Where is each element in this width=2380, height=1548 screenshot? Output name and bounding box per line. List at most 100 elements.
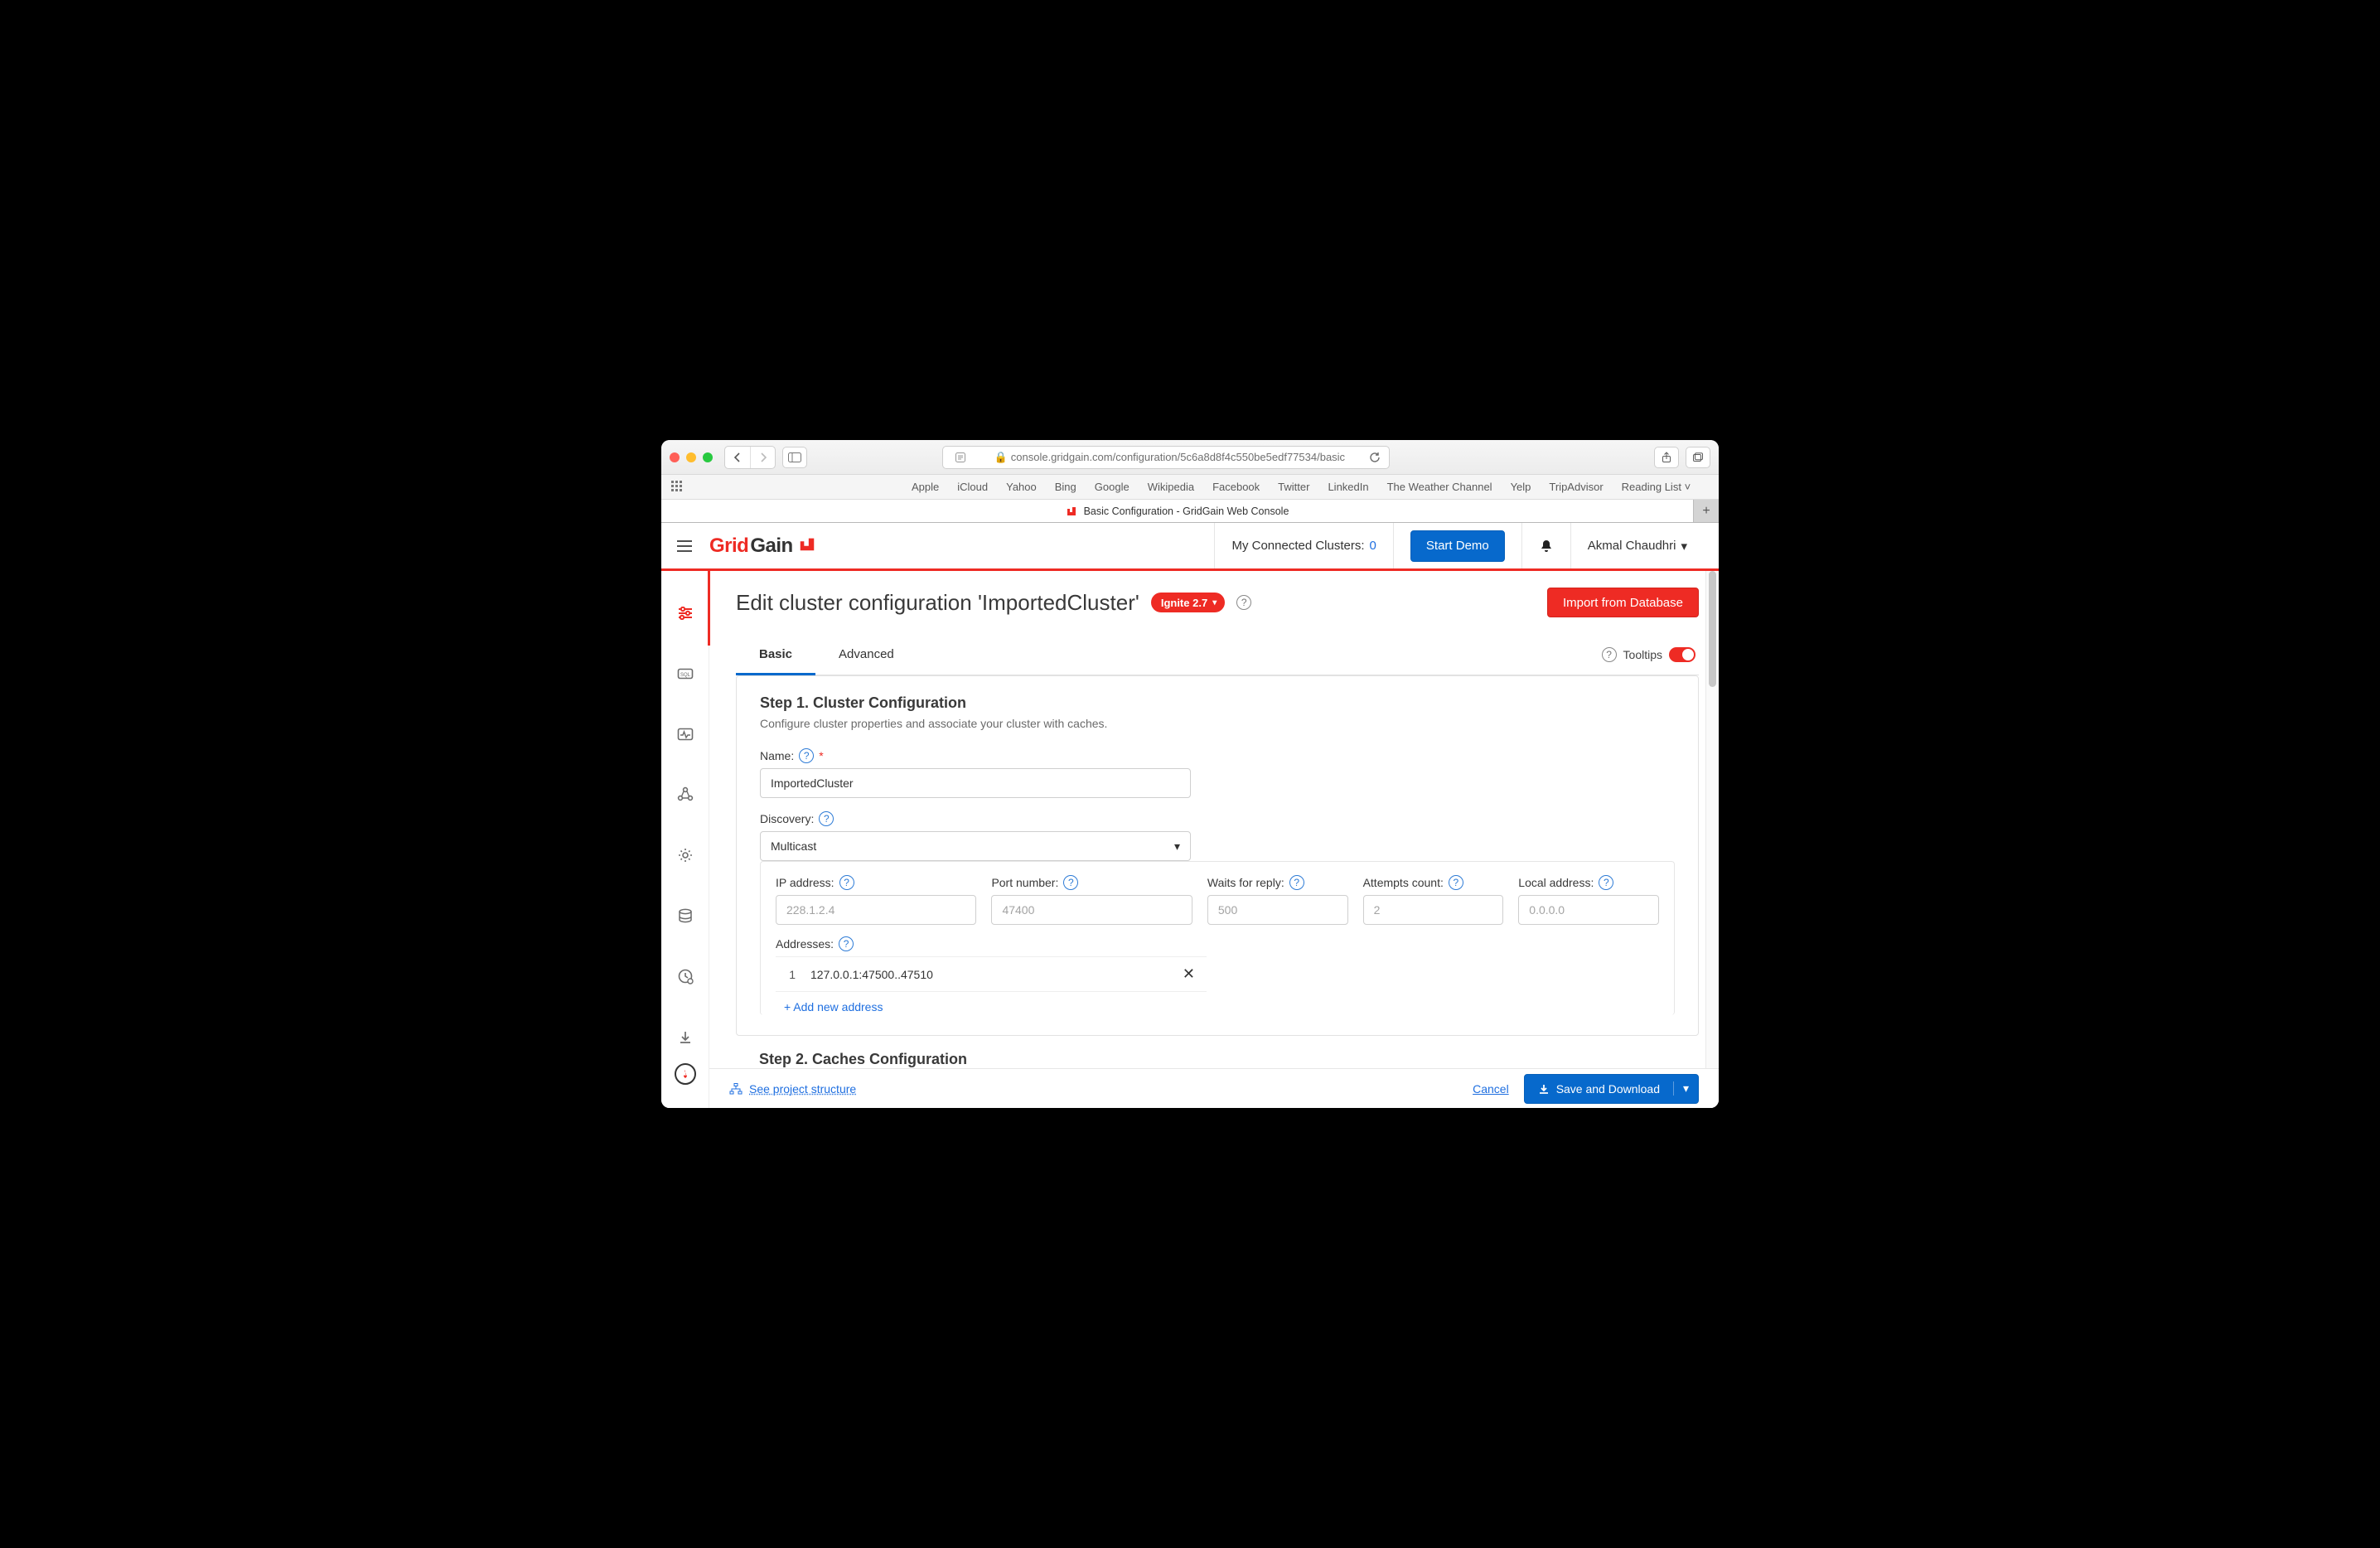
caret-down-icon: ▾: [1681, 539, 1687, 554]
discovery-select[interactable]: Multicast ▾: [760, 831, 1191, 861]
apps-grid-icon[interactable]: [671, 481, 684, 494]
connected-clusters-count: 0: [1370, 539, 1376, 553]
port-label: Port number: ?: [991, 875, 1192, 890]
project-structure-label: See project structure: [749, 1082, 856, 1096]
nav-back-forward: [724, 446, 776, 469]
sidenav-configuration-icon[interactable]: [676, 604, 694, 622]
sidenav-data-icon[interactable]: [676, 907, 694, 925]
toggle-switch[interactable]: [1669, 647, 1696, 662]
config-tabs: Basic Advanced ? Tooltips: [736, 634, 1699, 675]
port-input[interactable]: [991, 895, 1192, 925]
tab-strip: Basic Configuration - GridGain Web Conso…: [661, 500, 1719, 523]
ignite-badge-icon[interactable]: [675, 1063, 696, 1085]
bookmark-facebook[interactable]: Facebook: [1212, 481, 1260, 493]
close-window-button[interactable]: [670, 452, 680, 462]
caret-down-icon: ▾: [1174, 839, 1180, 854]
maximize-window-button[interactable]: [703, 452, 713, 462]
url-bar[interactable]: 🔒console.gridgain.com/configuration/5c6a…: [942, 446, 1390, 469]
sidebar-toggle-button[interactable]: [782, 447, 807, 468]
sidenav-download-icon[interactable]: [676, 1028, 694, 1047]
discovery-value: Multicast: [771, 839, 816, 853]
minimize-window-button[interactable]: [686, 452, 696, 462]
address-row[interactable]: 1 127.0.0.1:47500..47510 ✕: [776, 957, 1207, 992]
menu-icon[interactable]: [676, 539, 694, 553]
sidenav-sql-icon[interactable]: SQL: [676, 665, 694, 682]
favicon-icon: [1066, 506, 1077, 517]
user-name: Akmal Chaudhri: [1588, 539, 1676, 553]
new-tab-button[interactable]: +: [1694, 500, 1719, 522]
browser-tab[interactable]: Basic Configuration - GridGain Web Conso…: [661, 500, 1694, 522]
ip-input[interactable]: [776, 895, 976, 925]
bookmark-tripadvisor[interactable]: TripAdvisor: [1549, 481, 1603, 493]
scrollbar[interactable]: [1705, 571, 1719, 1108]
notifications[interactable]: [1521, 523, 1570, 568]
local-input[interactable]: [1518, 895, 1659, 925]
reader-mode-icon[interactable]: [951, 452, 970, 463]
help-icon[interactable]: ?: [839, 936, 854, 951]
chevron-down-icon: ˅: [1685, 481, 1691, 493]
sidenav-cluster-icon[interactable]: [676, 786, 694, 803]
project-structure-link[interactable]: See project structure: [729, 1082, 856, 1096]
help-icon[interactable]: ?: [1289, 875, 1304, 890]
side-nav: SQL: [661, 571, 709, 1108]
forward-button[interactable]: [750, 447, 775, 468]
step1-desc: Configure cluster properties and associa…: [760, 717, 1675, 730]
import-from-db-button[interactable]: Import from Database: [1547, 588, 1699, 617]
brand-logo[interactable]: GridGain: [709, 535, 816, 558]
save-download-button[interactable]: Save and Download ▾: [1524, 1074, 1699, 1104]
logo-grid: Grid: [709, 535, 748, 558]
attempts-label: Attempts count: ?: [1363, 875, 1504, 890]
help-icon[interactable]: ?: [1063, 875, 1078, 890]
help-icon[interactable]: ?: [839, 875, 854, 890]
bookmark-wikipedia[interactable]: Wikipedia: [1148, 481, 1194, 493]
sidenav-settings-icon[interactable]: [676, 847, 694, 864]
name-label: Name: ? *: [760, 748, 1675, 763]
help-icon[interactable]: ?: [799, 748, 814, 763]
sidenav-history-icon[interactable]: [676, 968, 694, 985]
bookmark-readinglist[interactable]: Reading List ˅: [1622, 481, 1691, 493]
save-download-label: Save and Download: [1556, 1082, 1660, 1096]
name-input[interactable]: [760, 768, 1191, 798]
page-title: Edit cluster configuration 'ImportedClus…: [736, 590, 1139, 616]
tabs-overview-button[interactable]: [1686, 447, 1710, 468]
bookmark-icloud[interactable]: iCloud: [957, 481, 988, 493]
start-demo-button[interactable]: Start Demo: [1410, 530, 1505, 562]
bookmark-google[interactable]: Google: [1095, 481, 1130, 493]
refresh-icon[interactable]: [1369, 452, 1381, 463]
local-label: Local address: ?: [1518, 875, 1659, 890]
help-icon[interactable]: ?: [1599, 875, 1613, 890]
ignite-version-pill[interactable]: Ignite 2.7 ▾: [1151, 593, 1225, 612]
tab-advanced[interactable]: Advanced: [815, 634, 917, 675]
tooltips-toggle[interactable]: ? Tooltips: [1602, 647, 1699, 662]
bookmark-apple[interactable]: Apple: [912, 481, 939, 493]
bookmark-yelp[interactable]: Yelp: [1511, 481, 1531, 493]
help-icon[interactable]: ?: [1236, 595, 1251, 610]
bookmark-twitter[interactable]: Twitter: [1278, 481, 1309, 493]
bookmark-yahoo[interactable]: Yahoo: [1006, 481, 1037, 493]
main-content: Edit cluster configuration 'ImportedClus…: [709, 571, 1719, 1108]
bookmark-linkedin[interactable]: LinkedIn: [1328, 481, 1368, 493]
add-address-link[interactable]: + Add new address: [776, 992, 883, 1015]
share-button[interactable]: [1654, 447, 1679, 468]
browser-window: 🔒console.gridgain.com/configuration/5c6a…: [661, 440, 1719, 1108]
window-controls: [670, 452, 713, 462]
logo-gain: Gain: [750, 535, 792, 558]
help-icon[interactable]: ?: [819, 811, 834, 826]
user-menu[interactable]: Akmal Chaudhri ▾: [1570, 523, 1704, 568]
step1-title: Step 1. Cluster Configuration: [760, 694, 1675, 712]
cancel-link[interactable]: Cancel: [1473, 1082, 1509, 1096]
attempts-input[interactable]: [1363, 895, 1504, 925]
back-button[interactable]: [725, 447, 750, 468]
tab-basic[interactable]: Basic: [736, 634, 815, 675]
url-text: 🔒console.gridgain.com/configuration/5c6a…: [976, 451, 1362, 464]
connected-clusters[interactable]: My Connected Clusters: 0: [1214, 523, 1392, 568]
help-icon[interactable]: ?: [1449, 875, 1463, 890]
remove-address-icon[interactable]: ✕: [1178, 965, 1200, 983]
save-dropdown-caret[interactable]: ▾: [1673, 1081, 1698, 1096]
bell-icon: [1539, 539, 1554, 554]
sidenav-monitoring-icon[interactable]: [676, 725, 694, 743]
waits-input[interactable]: [1207, 895, 1348, 925]
bookmark-bing[interactable]: Bing: [1055, 481, 1076, 493]
scrollbar-thumb[interactable]: [1709, 571, 1716, 687]
bookmark-weather[interactable]: The Weather Channel: [1387, 481, 1492, 493]
